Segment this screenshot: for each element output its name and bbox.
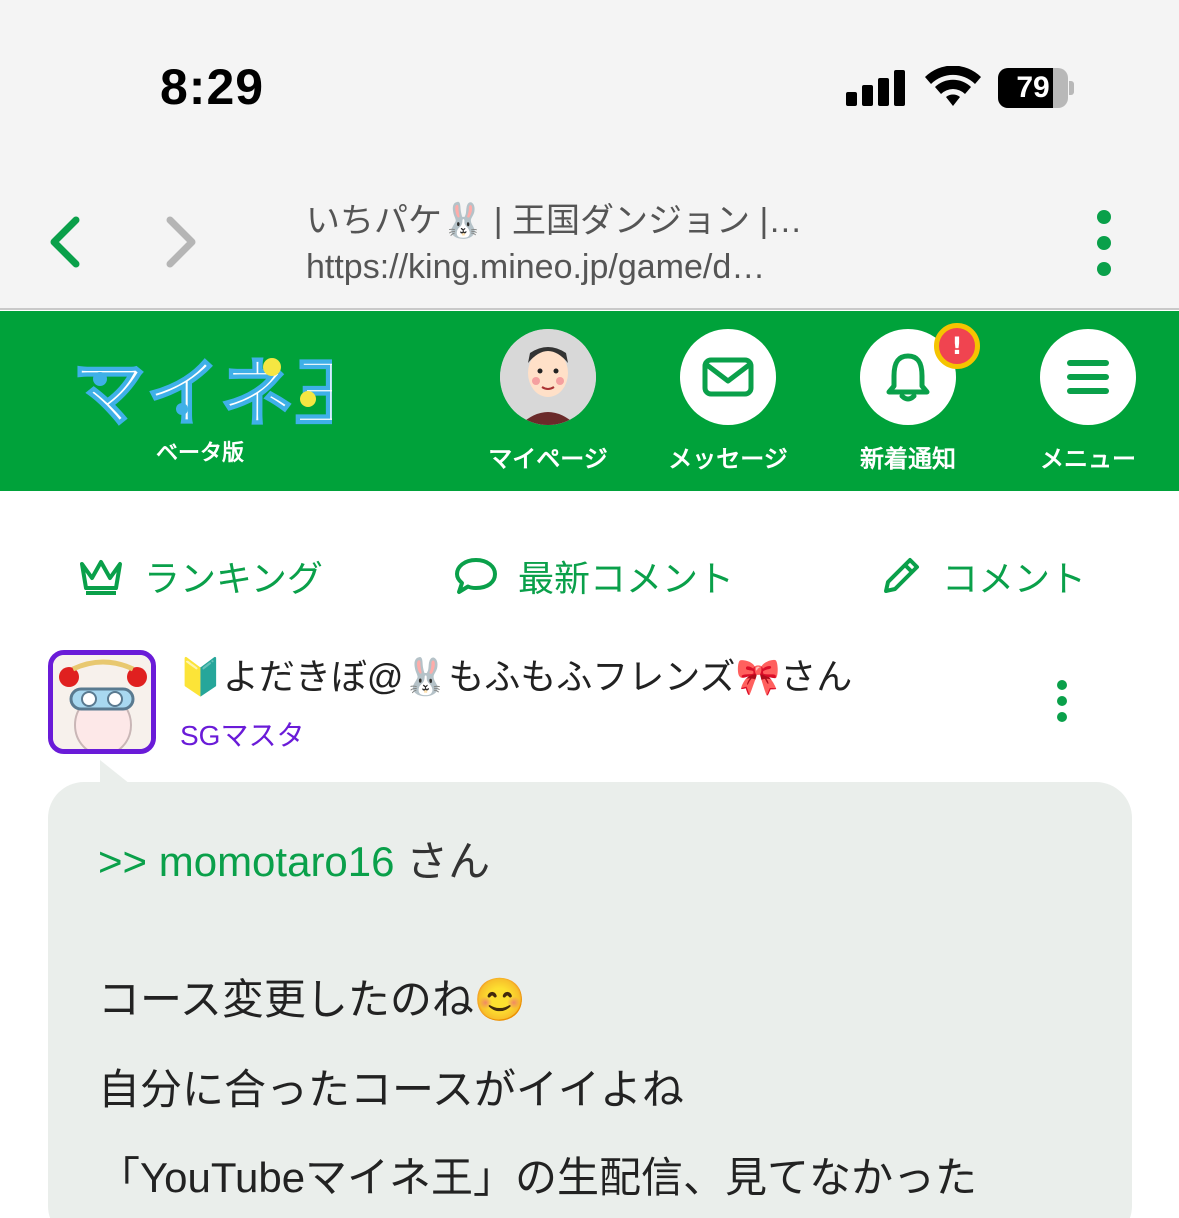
avatar	[500, 329, 596, 425]
header-button-messages[interactable]: メッセージ	[648, 329, 808, 479]
page-title: いちパケ🐰 | 王国ダンジョン |…	[306, 202, 803, 240]
reply-mention: >> momotaro16 さん	[98, 828, 490, 889]
wifi-icon	[925, 66, 981, 106]
tab-label: コメント	[942, 559, 1087, 600]
header-button-label: メニュー	[1040, 445, 1136, 473]
mail-icon	[702, 357, 754, 397]
hamburger-icon	[1067, 360, 1109, 394]
tab-comment[interactable]: コメント	[880, 540, 1086, 612]
status-time: 8:29	[160, 59, 265, 115]
commenter-name[interactable]: 🔰よだきぼ@🐰もふもふフレンズ🎀さん	[178, 648, 852, 700]
site-header: マイネ王 ベータ版 マイページ	[0, 311, 1179, 491]
bubble-tail	[100, 760, 130, 784]
battery-icon: 79	[998, 68, 1074, 108]
status-bar: 8:29 79	[0, 0, 1179, 180]
avatar-icon	[500, 329, 596, 425]
header-button-label: マイページ	[488, 445, 608, 473]
vertical-dots-icon[interactable]	[1090, 210, 1118, 276]
mineo-king-logo[interactable]: マイネ王	[72, 339, 332, 439]
reply-suffix: さん	[394, 838, 491, 885]
tab-ranking[interactable]: ランキング	[78, 540, 323, 612]
browser-toolbar: いちパケ🐰 | 王国ダンジョン |… https://king.mineo.jp…	[0, 180, 1179, 310]
crown-icon	[80, 560, 122, 595]
cellular-signal-icon	[846, 70, 906, 106]
tab-label: 最新コメント	[518, 559, 735, 600]
logo-beta-label: ベータ版	[155, 441, 244, 466]
pencil-icon	[884, 558, 919, 593]
comment-line: 自分に合ったコースがイイよね	[98, 1066, 684, 1113]
page-url: https://king.mineo.jp/game/d…	[306, 248, 766, 286]
header-button-mypage[interactable]: マイページ	[468, 329, 628, 479]
comment-line: 「YouTubeマイネ王」の生配信、見てなかった	[98, 1154, 978, 1201]
reply-target-link[interactable]: >> momotaro16	[98, 838, 395, 885]
header-button-notifications[interactable]: ! 新着通知	[828, 323, 988, 479]
speech-bubble-icon	[455, 558, 497, 594]
battery-percent: 79	[1016, 71, 1050, 104]
tab-label: ランキング	[144, 559, 323, 600]
notification-badge: !	[934, 323, 980, 369]
commenter-rank: SGマスタ	[180, 720, 305, 751]
bell-icon	[886, 353, 930, 402]
tab-latest-comments[interactable]: 最新コメント	[454, 540, 734, 612]
header-button-label: 新着通知	[860, 445, 956, 473]
chevron-right-icon[interactable]	[160, 214, 200, 270]
section-tabs: ランキング 最新コメント コメント	[0, 540, 1179, 612]
header-button-label: メッセージ	[668, 445, 788, 473]
chevron-left-icon[interactable]	[44, 214, 84, 270]
address-bar[interactable]: いちパケ🐰 | 王国ダンジョン |… https://king.mineo.jp…	[306, 198, 886, 290]
comment-line: コース変更したのね😊	[98, 976, 527, 1023]
commenter-avatar[interactable]	[48, 650, 156, 754]
logo-text: マイネ王	[72, 351, 332, 437]
comment-options-icon[interactable]	[1055, 680, 1069, 724]
header-button-menu[interactable]: メニュー	[1008, 329, 1168, 479]
